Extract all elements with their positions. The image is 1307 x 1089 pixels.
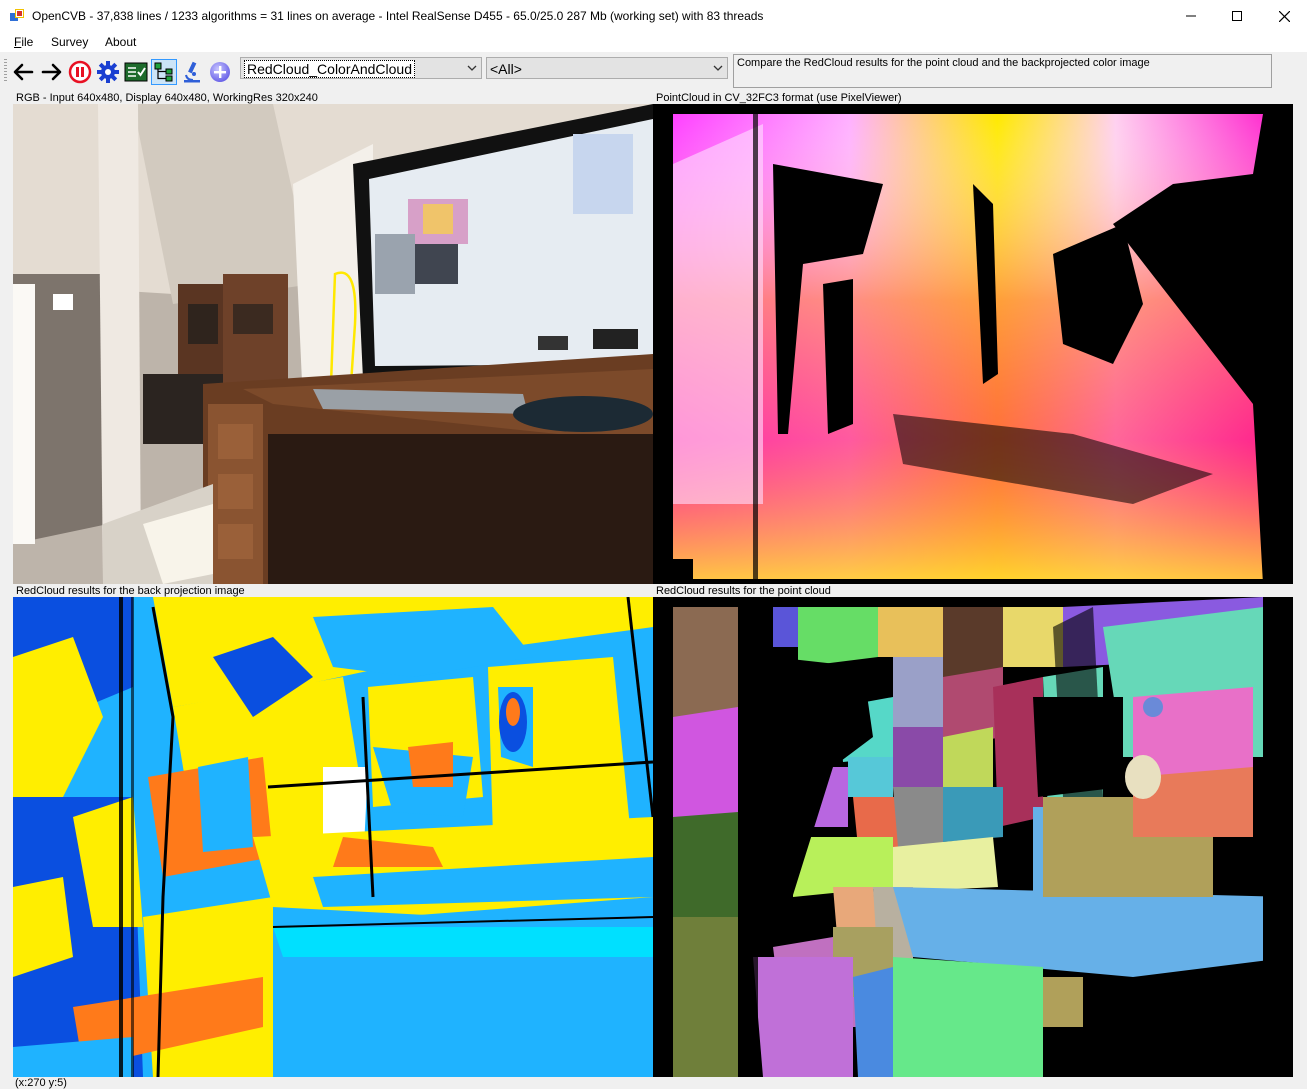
algorithm-description: Compare the RedCloud results for the poi… bbox=[733, 54, 1272, 88]
gear-icon bbox=[97, 61, 119, 83]
point-cloud-cells-panel[interactable] bbox=[653, 597, 1293, 1077]
maximize-button[interactable] bbox=[1214, 0, 1260, 32]
chevron-down-icon[interactable] bbox=[709, 58, 727, 78]
app-icon bbox=[10, 9, 24, 21]
menu-about[interactable]: About bbox=[105, 35, 136, 49]
algorithm-select-value: RedCloud_ColorAndCloud bbox=[244, 60, 415, 78]
microscope-icon bbox=[184, 61, 200, 83]
back-projection-image bbox=[13, 597, 653, 1077]
back-projection-panel[interactable] bbox=[13, 597, 653, 1077]
algorithm-description-text: Compare the RedCloud results for the poi… bbox=[737, 57, 1150, 69]
chevron-down-icon[interactable] bbox=[463, 58, 481, 78]
forward-arrow-icon bbox=[41, 63, 62, 81]
algorithm-select[interactable]: RedCloud_ColorAndCloud bbox=[240, 57, 482, 79]
rgb-image-panel[interactable] bbox=[13, 104, 653, 584]
point-cloud-cells-image bbox=[653, 597, 1293, 1077]
toolbar-grip[interactable] bbox=[4, 59, 7, 83]
point-cloud-panel[interactable] bbox=[653, 104, 1293, 584]
toolbar: RedCloud_ColorAndCloud <All> Compare the… bbox=[0, 52, 1307, 92]
test-all-button[interactable] bbox=[124, 60, 148, 84]
settings-button[interactable] bbox=[96, 60, 120, 84]
window-title: OpenCVB - 37,838 lines / 1233 algorithms… bbox=[32, 9, 764, 23]
bottom-right-panel-label: RedCloud results for the point cloud bbox=[656, 585, 831, 597]
close-button[interactable] bbox=[1261, 0, 1307, 32]
forward-button[interactable] bbox=[40, 60, 64, 84]
group-select[interactable]: <All> bbox=[486, 57, 728, 79]
bottom-left-panel-label: RedCloud results for the back projection… bbox=[16, 585, 245, 597]
menu-file[interactable]: File bbox=[14, 35, 33, 49]
back-arrow-icon bbox=[13, 63, 34, 81]
close-icon bbox=[1278, 10, 1290, 22]
minimize-button[interactable] bbox=[1168, 0, 1214, 32]
menu-file-label: ile bbox=[21, 35, 34, 49]
maximize-icon bbox=[1232, 11, 1242, 21]
pause-button[interactable] bbox=[68, 60, 92, 84]
minimize-icon bbox=[1186, 15, 1196, 17]
top-right-panel-label: PointCloud in CV_32FC3 format (use Pixel… bbox=[656, 92, 902, 104]
cursor-coordinates: (x:270 y:5) bbox=[15, 1077, 67, 1089]
point-cloud-image bbox=[653, 104, 1293, 584]
tree-icon bbox=[154, 62, 173, 82]
rgb-camera-image bbox=[13, 104, 653, 584]
menu-bar: File Survey About bbox=[0, 32, 1307, 52]
group-select-value: <All> bbox=[490, 61, 522, 77]
pause-icon bbox=[68, 60, 92, 84]
add-icon bbox=[210, 62, 230, 82]
tree-view-button[interactable] bbox=[151, 59, 177, 85]
add-algorithm-button[interactable] bbox=[208, 60, 232, 84]
top-left-panel-label: RGB - Input 640x480, Display 640x480, Wo… bbox=[16, 92, 318, 104]
test-all-icon bbox=[124, 62, 148, 82]
back-button[interactable] bbox=[11, 60, 35, 84]
pixel-viewer-button[interactable] bbox=[180, 60, 204, 84]
title-bar: OpenCVB - 37,838 lines / 1233 algorithms… bbox=[0, 0, 1307, 32]
menu-survey[interactable]: Survey bbox=[51, 35, 88, 49]
